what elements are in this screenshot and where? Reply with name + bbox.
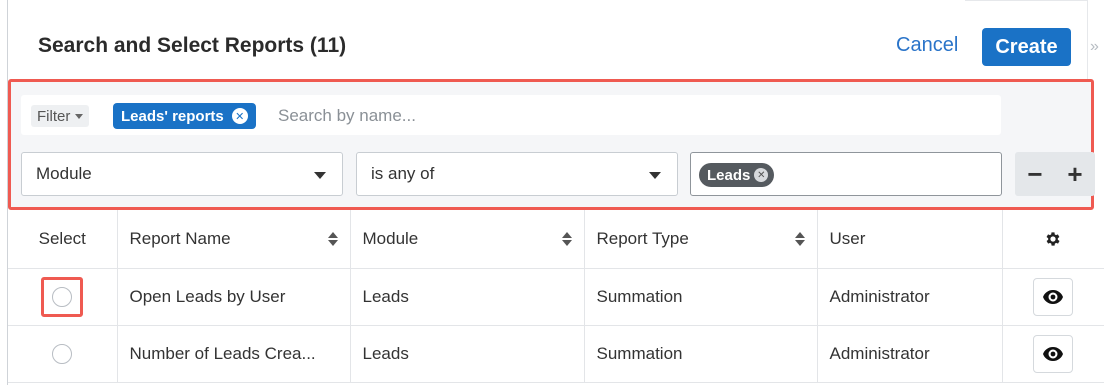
report-name-cell[interactable]: Open Leads by User bbox=[117, 268, 351, 326]
caret-down-icon bbox=[314, 172, 326, 179]
column-header-module[interactable]: Module bbox=[350, 210, 585, 269]
value-chip: Leads ✕ bbox=[699, 163, 775, 187]
value-chip-label: Leads bbox=[707, 166, 751, 184]
column-header-label: Module bbox=[362, 228, 419, 248]
gear-icon[interactable] bbox=[1044, 230, 1062, 248]
report-type-cell: Summation bbox=[584, 268, 818, 326]
collapse-icon[interactable]: » bbox=[1090, 38, 1099, 56]
column-header-label: Report Name bbox=[129, 228, 231, 248]
reports-table: Select Report Name Module Report Type Us… bbox=[8, 210, 1104, 383]
search-bar: Filter Leads' reports ✕ bbox=[21, 95, 1001, 135]
drawer-header: Search and Select Reports (11) Cancel Cr… bbox=[8, 0, 1087, 82]
radio-highlight bbox=[41, 276, 84, 317]
radio-icon[interactable] bbox=[52, 286, 73, 307]
caret-down-icon bbox=[75, 113, 84, 119]
field-select[interactable]: Module bbox=[21, 152, 343, 196]
create-button[interactable]: Create bbox=[982, 28, 1071, 66]
column-header-report-type[interactable]: Report Type bbox=[584, 210, 818, 269]
radio-icon[interactable] bbox=[52, 343, 73, 364]
sort-icon[interactable] bbox=[327, 231, 338, 246]
module-cell: Leads bbox=[350, 325, 585, 383]
select-cell bbox=[8, 325, 118, 383]
column-header-report-name[interactable]: Report Name bbox=[117, 210, 351, 269]
select-cell bbox=[8, 268, 118, 326]
report-name-cell[interactable]: Number of Leads Crea... bbox=[117, 325, 351, 383]
filter-panel: Filter Leads' reports ✕ Module is any of… bbox=[8, 79, 1095, 210]
cancel-button[interactable]: Cancel bbox=[896, 34, 958, 57]
operator-select[interactable]: is any of bbox=[356, 152, 678, 196]
preview-button[interactable] bbox=[1033, 334, 1074, 373]
remove-row-button[interactable]: − bbox=[1027, 161, 1042, 187]
report-type-cell: Summation bbox=[584, 325, 818, 383]
eye-icon bbox=[1043, 289, 1064, 304]
column-header-label: Report Type bbox=[596, 228, 689, 248]
active-filter-pill[interactable]: Leads' reports ✕ bbox=[113, 103, 256, 129]
table-row[interactable]: Number of Leads Crea... Leads Summation … bbox=[8, 325, 1104, 383]
action-cell bbox=[1002, 268, 1104, 326]
remove-value-icon[interactable]: ✕ bbox=[754, 168, 769, 182]
module-cell: Leads bbox=[350, 268, 585, 326]
eye-icon bbox=[1043, 346, 1064, 361]
column-header-select: Select bbox=[8, 210, 118, 269]
row-buttons: − + bbox=[1015, 152, 1095, 196]
column-header-user: User bbox=[817, 210, 1003, 269]
frame-divider bbox=[1087, 0, 1088, 82]
table-row[interactable]: Open Leads by User Leads Summation Admin… bbox=[8, 268, 1104, 326]
active-filter-label: Leads' reports bbox=[121, 107, 224, 125]
user-cell: Administrator bbox=[817, 325, 1003, 383]
table-header-row: Select Report Name Module Report Type Us… bbox=[8, 210, 1104, 269]
filter-label: Filter bbox=[37, 107, 71, 125]
page-title: Search and Select Reports (11) bbox=[38, 34, 347, 57]
remove-filter-icon[interactable]: ✕ bbox=[231, 108, 248, 124]
field-select-value: Module bbox=[36, 164, 92, 183]
add-row-button[interactable]: + bbox=[1067, 161, 1082, 187]
user-cell: Administrator bbox=[817, 268, 1003, 326]
action-cell bbox=[1002, 325, 1104, 383]
column-settings[interactable] bbox=[1002, 210, 1104, 269]
sort-icon[interactable] bbox=[794, 231, 805, 246]
operator-select-value: is any of bbox=[371, 164, 435, 183]
search-input[interactable] bbox=[278, 103, 978, 129]
sort-icon[interactable] bbox=[561, 231, 572, 246]
preview-button[interactable] bbox=[1033, 277, 1074, 316]
value-field[interactable]: Leads ✕ bbox=[690, 152, 1002, 196]
filter-dropdown[interactable]: Filter bbox=[31, 105, 90, 127]
caret-down-icon bbox=[649, 172, 661, 179]
